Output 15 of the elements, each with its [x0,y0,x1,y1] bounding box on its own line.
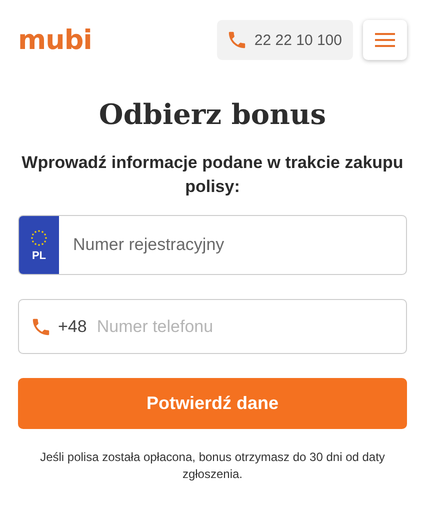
phone-field[interactable]: +48 Numer telefonu [18,299,407,354]
menu-button[interactable] [363,20,407,60]
registration-field[interactable]: PL Numer rejestracyjny [18,215,407,275]
registration-input[interactable]: Numer rejestracyjny [59,234,406,256]
phone-icon [32,318,50,336]
stars-icon [29,228,49,248]
country-code: PL [32,250,46,262]
phone-button[interactable]: 22 22 10 100 [217,20,353,60]
phone-input[interactable]: Numer telefonu [94,316,406,338]
instruction-text: Wprowadź informacje podane w trakcie zakupu polisy: [20,152,404,198]
page-title: Odbierz bonus [98,98,328,131]
menu-icon [375,33,395,47]
info-note: Jeśli polisa została opłacona, bonus otrzymasz do 30 dni od daty zgłoszenia. [39,449,386,483]
phone-icon [228,31,246,49]
country-prefix: +48 [58,316,87,336]
